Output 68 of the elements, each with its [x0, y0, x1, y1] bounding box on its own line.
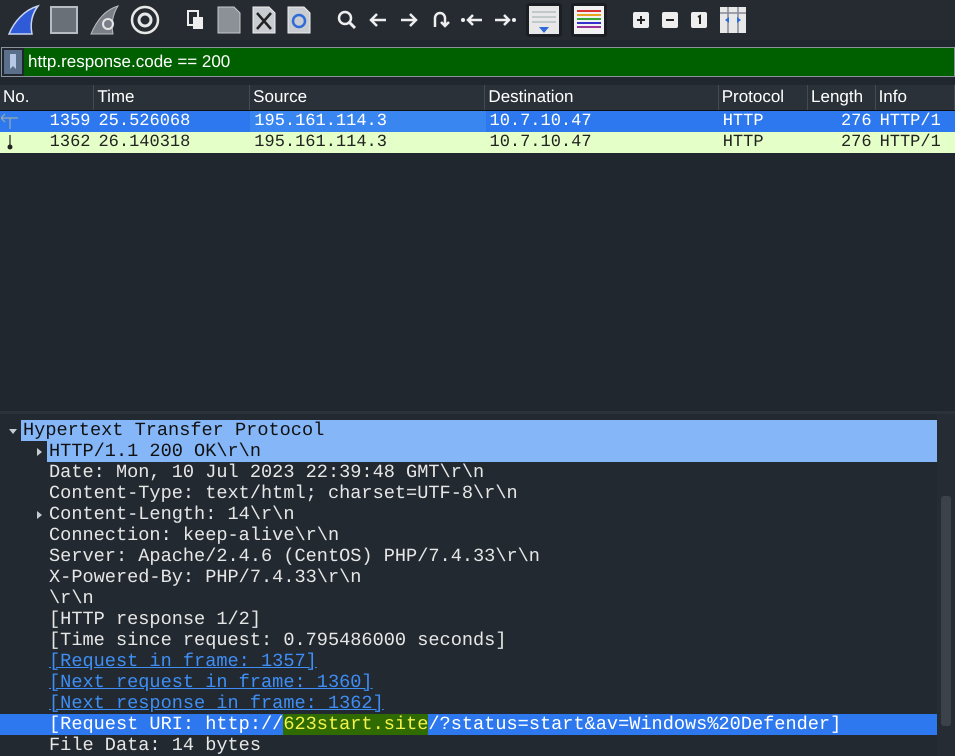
- request-arrow-icon: [1, 113, 19, 130]
- tree-text: Content-Type: text/html; charset=UTF-8\r\n: [48, 483, 519, 504]
- tree-row[interactable]: [Time since request: 0.795486000 seconds]: [0, 630, 937, 651]
- normal-size-icon[interactable]: [689, 10, 709, 30]
- frame-link[interactable]: [Request in frame: 1357]: [47, 651, 319, 672]
- table-cell: 195.161.114.3: [250, 110, 486, 132]
- frame-link[interactable]: [Next response in frame: 1362]: [47, 693, 386, 714]
- autoscroll-icon[interactable]: [526, 2, 562, 37]
- packet-row[interactable]: 1359 25.526068 195.161.114.3 10.7.10.47 HTTP 276 HTTP/1: [0, 110, 955, 132]
- resize-columns-icon[interactable]: [718, 4, 748, 35]
- tree-text: [Time since request: 0.795486000 seconds]: [48, 630, 508, 651]
- colorize-icon[interactable]: [571, 2, 607, 37]
- table-cell-text: 195.161.114.3: [253, 132, 388, 153]
- table-cell-text: 25.526068: [97, 110, 192, 132]
- zoom-out-icon[interactable]: [660, 10, 680, 30]
- tree-row[interactable]: Server: Apache/2.4.6 (CentOS) PHP/7.4.33\r\n: [0, 546, 937, 567]
- search-icon[interactable]: [336, 8, 358, 31]
- tree-text: Content-Length: 14\r\n: [48, 504, 296, 525]
- response-dot-icon: [7, 134, 13, 150]
- tree-row[interactable]: [Request URI: http://623start.site/?status=start&av=Windows%20Defender]: [0, 714, 937, 735]
- tree-text: Date: Mon, 10 Jul 2023 22:39:48 GMT\r\n: [48, 462, 486, 483]
- close-file-icon[interactable]: [251, 4, 277, 35]
- table-cell-text: HTTP/1: [878, 110, 942, 132]
- tree-row[interactable]: \r\n: [0, 588, 937, 609]
- scrollbar[interactable]: [937, 414, 955, 756]
- table-cell-text: HTTP: [722, 132, 765, 153]
- tree-row[interactable]: File Data: 14 bytes: [0, 735, 937, 756]
- column-header[interactable]: Length: [808, 84, 876, 110]
- tree-text: [HTTP response 1/2]: [48, 609, 262, 630]
- tree-row[interactable]: [HTTP response 1/2]: [0, 609, 937, 630]
- table-cell-text: 10.7.10.47: [488, 132, 593, 153]
- column-header[interactable]: Time: [94, 84, 250, 110]
- tree-row[interactable]: [Request in frame: 1357]: [0, 651, 937, 672]
- frame-link[interactable]: [Next request in frame: 1360]: [47, 672, 375, 693]
- column-header[interactable]: Protocol: [718, 84, 808, 110]
- table-cell-text: 26.140318: [97, 132, 192, 153]
- reload-file-icon[interactable]: [286, 4, 312, 35]
- tree-text: Connection: keep-alive\r\n: [48, 525, 340, 546]
- tree-row[interactable]: X-Powered-By: PHP/7.4.33\r\n: [0, 567, 937, 588]
- tree-text: \r\n: [48, 588, 95, 609]
- file-icon[interactable]: [216, 4, 242, 35]
- tree-text: File Data: 14 bytes: [48, 735, 262, 756]
- settings-icon[interactable]: [129, 4, 161, 36]
- tree-row[interactable]: Date: Mon, 10 Jul 2023 22:39:48 GMT\r\n: [0, 462, 937, 483]
- tree-text: Server: Apache/2.4.6 (CentOS) PHP/7.4.33\r\n: [48, 546, 541, 567]
- table-cell-text: 276: [840, 132, 873, 153]
- table-cell-text: HTTP: [722, 110, 765, 132]
- tree-row[interactable]: Content-Length: 14\r\n: [0, 504, 937, 525]
- tree-row[interactable]: Connection: keep-alive\r\n: [0, 525, 937, 546]
- column-header[interactable]: Source: [250, 84, 486, 110]
- tree-row[interactable]: [Next response in frame: 1362]: [0, 693, 937, 714]
- tree-row[interactable]: [Next request in frame: 1360]: [0, 672, 937, 693]
- tree-row[interactable]: Content-Type: text/html; charset=UTF-8\r\n: [0, 483, 937, 504]
- table-cell-text: 1359: [48, 110, 92, 132]
- table-cell-text: HTTP/1: [878, 132, 942, 153]
- column-header[interactable]: No.: [0, 84, 94, 110]
- column-header[interactable]: Destination: [485, 84, 719, 110]
- column-header[interactable]: Info: [876, 84, 955, 110]
- table-cell-text: 276: [840, 110, 873, 132]
- packet-row[interactable]: 1362 26.140318 195.161.114.3 10.7.10.47 HTTP 276 HTTP/1: [0, 132, 955, 153]
- restart-icon[interactable]: [88, 4, 120, 36]
- zoom-in-icon[interactable]: [631, 10, 651, 30]
- tree-text: [Request URI: http://623start.site/?status=start&av=Windows%20Defender]: [48, 714, 842, 735]
- stop-icon[interactable]: [49, 4, 79, 35]
- table-cell-text: 1362: [48, 132, 92, 153]
- tree-text: X-Powered-By: PHP/7.4.33\r\n: [48, 567, 362, 588]
- table-cell-text: 10.7.10.47: [488, 110, 593, 132]
- shark-fin-icon[interactable]: [6, 4, 40, 36]
